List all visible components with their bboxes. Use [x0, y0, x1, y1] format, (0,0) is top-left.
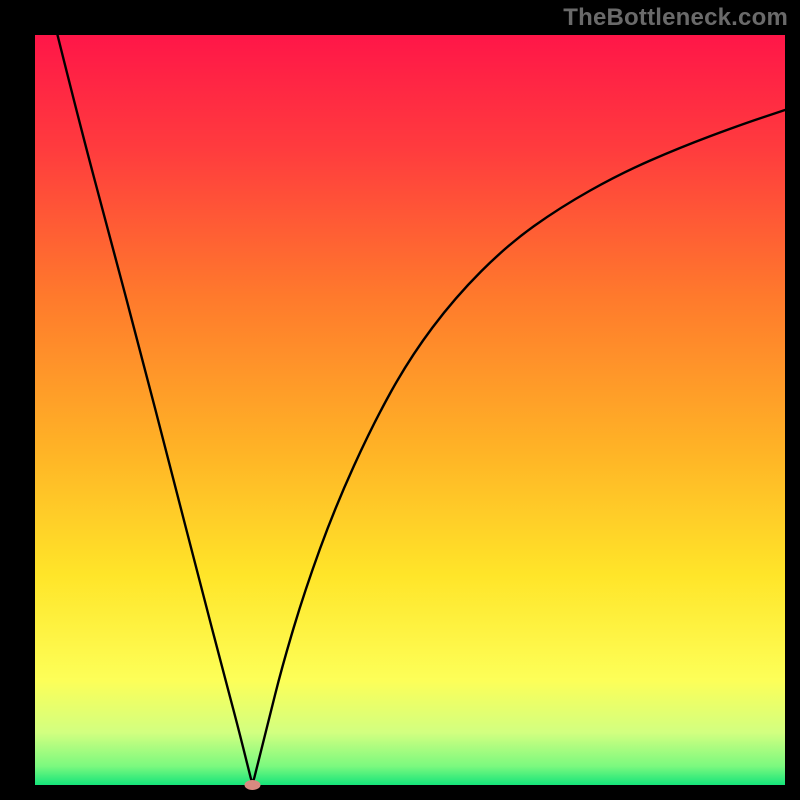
bottleneck-curve-chart — [0, 0, 800, 800]
chart-frame: TheBottleneck.com — [0, 0, 800, 800]
optimal-point-marker — [245, 780, 261, 790]
plot-background — [35, 35, 785, 785]
